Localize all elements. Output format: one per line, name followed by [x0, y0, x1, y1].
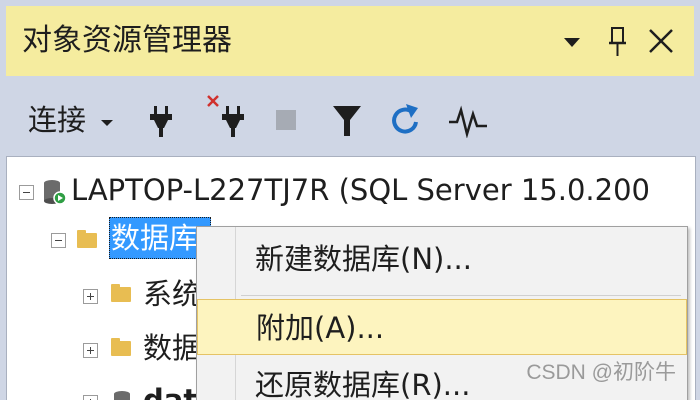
object-explorer-panel: 对象资源管理器 连接 LAPTOP-L227TJ7R (SQL Server 1… — [0, 0, 700, 400]
connect-button[interactable]: 连接 — [28, 100, 115, 140]
watermark: CSDN @初阶牛 — [526, 361, 676, 384]
menu-item-label: 附加(A)... — [256, 311, 385, 345]
system-databases-node[interactable]: 系统 — [143, 275, 201, 313]
db-expand-toggle[interactable] — [83, 395, 98, 400]
connect-dropdown-icon — [101, 120, 114, 126]
disconnect-plug-icon[interactable] — [206, 94, 248, 138]
toolbar: 连接 — [6, 76, 694, 156]
folder-icon — [111, 338, 131, 356]
pin-icon[interactable] — [598, 20, 638, 62]
close-icon[interactable] — [642, 20, 682, 62]
dropdown-arrow-icon[interactable] — [552, 20, 592, 62]
refresh-icon[interactable] — [390, 100, 422, 138]
server-node[interactable]: LAPTOP-L227TJ7R (SQL Server 15.0.200 — [71, 171, 650, 209]
databases-collapse-toggle[interactable] — [51, 233, 66, 248]
server-icon — [44, 180, 67, 205]
activity-monitor-icon[interactable] — [448, 104, 488, 138]
menu-separator — [241, 295, 681, 296]
stop-icon[interactable] — [274, 108, 298, 132]
snapshots-expand-toggle[interactable] — [83, 343, 98, 358]
menu-item-label: 还原数据库(R)... — [255, 368, 471, 400]
connect-label: 连接 — [28, 103, 87, 137]
filter-icon[interactable] — [332, 104, 362, 138]
menu-item-attach[interactable]: 附加(A)... — [197, 299, 687, 355]
system-databases-expand-toggle[interactable] — [83, 289, 98, 304]
database-icon — [114, 391, 130, 400]
menu-item-new-database[interactable]: 新建数据库(N)... — [197, 231, 687, 287]
databases-node[interactable]: 数据库 — [111, 219, 198, 257]
database-snapshots-node[interactable]: 数据 — [143, 329, 201, 367]
folder-icon — [77, 230, 97, 248]
folder-icon — [111, 284, 131, 302]
title-bar: 对象资源管理器 — [6, 6, 694, 77]
connect-plug-icon[interactable] — [148, 104, 174, 138]
menu-item-label: 新建数据库(N)... — [255, 242, 472, 276]
panel-title: 对象资源管理器 — [22, 23, 232, 58]
server-collapse-toggle[interactable] — [19, 185, 34, 200]
